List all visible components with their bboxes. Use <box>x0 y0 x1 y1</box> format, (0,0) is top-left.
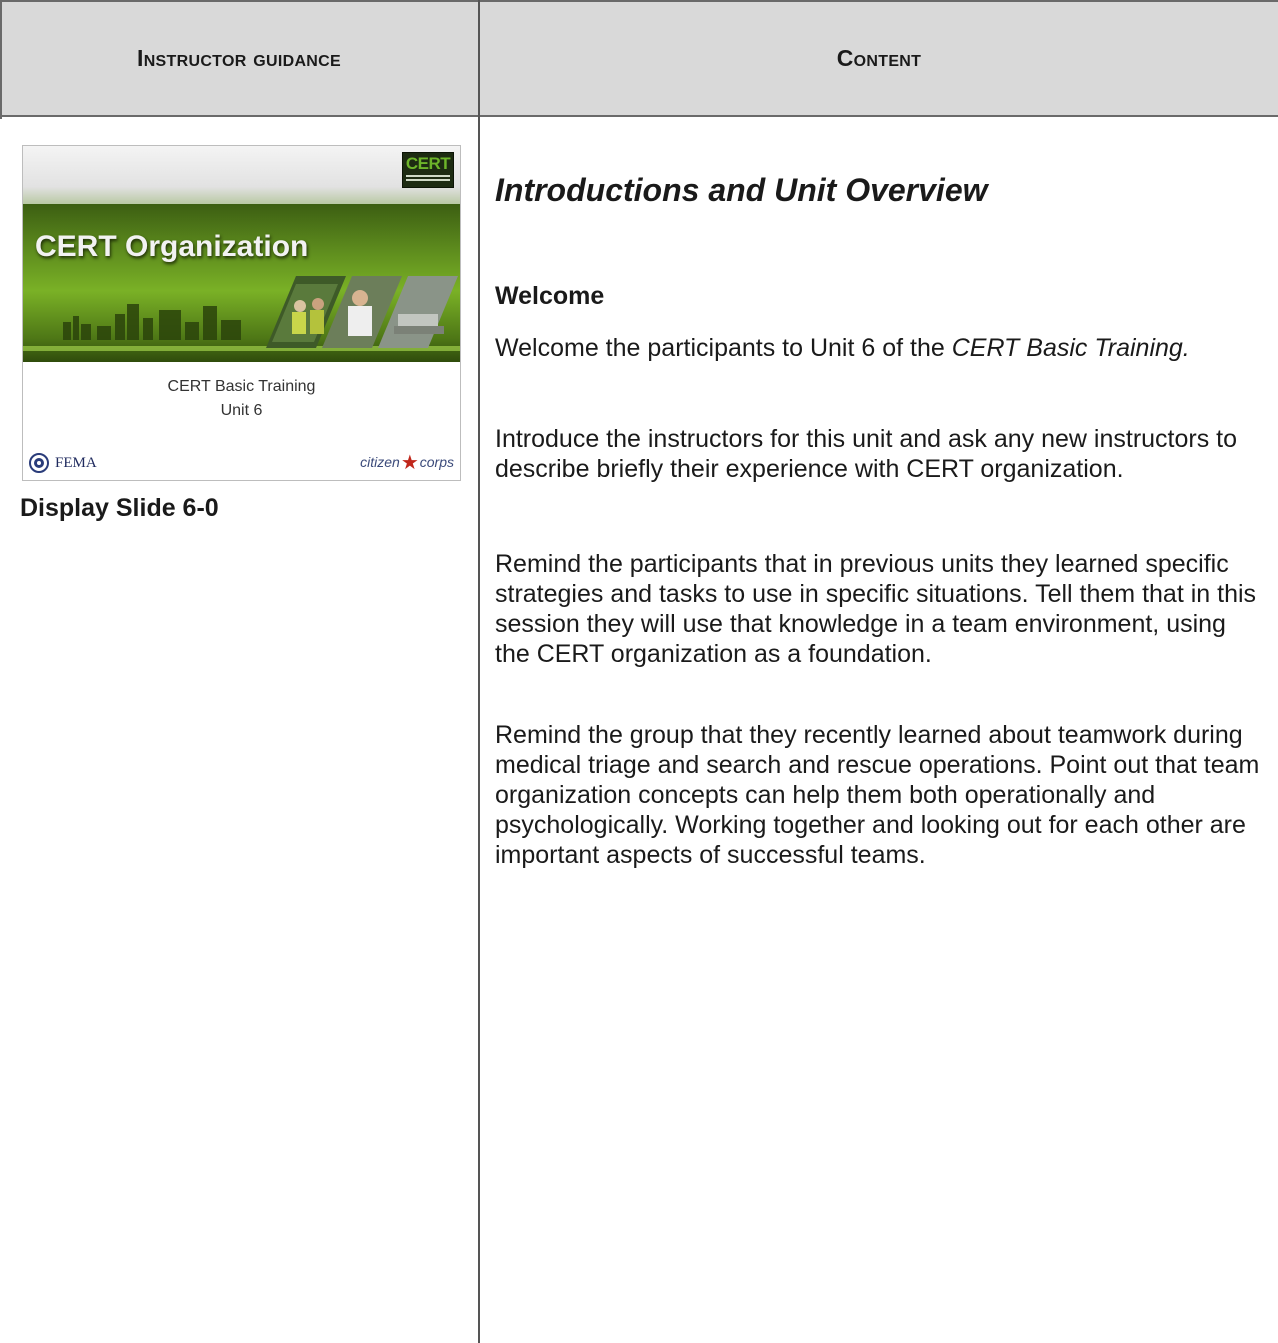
citizen-corps-left-text: citizen <box>360 454 400 470</box>
star-icon: ★ <box>400 452 419 474</box>
cert-logo-text: CERT <box>405 154 451 173</box>
cert-logo-subtext-lines <box>406 175 450 177</box>
cert-logo: CERT <box>402 152 454 188</box>
paragraph-introduce-instructors: Introduce the instructors for this unit … <box>495 425 1238 483</box>
paragraph-welcome: Welcome the participants to Unit 6 of th… <box>495 333 1265 363</box>
header-content: Content <box>836 45 922 71</box>
slide-subtitle-course: CERT Basic Training <box>167 378 316 395</box>
citizen-corps-logo: citizen ★ corps <box>360 452 454 474</box>
paragraph-welcome-text: Welcome the participants to Unit 6 of th… <box>495 334 952 362</box>
responders-photo-collage <box>266 276 458 348</box>
slide-title: CERT Organization <box>35 230 309 263</box>
paragraph-remind-participants: Remind the participants that in previous… <box>495 550 1257 668</box>
city-skyline-graphic <box>63 304 241 340</box>
slide-thumbnail: CERT CERT Organization CERT Basic Traini… <box>22 145 461 481</box>
welcome-heading: Welcome <box>495 282 605 310</box>
fema-label: FEMA <box>55 454 97 471</box>
paragraph-remind-group: Remind the group that they recently lear… <box>495 721 1260 869</box>
display-slide-label: Display Slide 6-0 <box>20 494 219 522</box>
header-instructor-guidance: Instructor guidance <box>137 45 341 71</box>
dhs-seal-icon <box>29 453 49 473</box>
paragraph-welcome-italic: CERT Basic Training. <box>951 334 1190 362</box>
slide-subtitle-unit: Unit 6 <box>220 402 263 419</box>
slide-top-bar <box>23 146 460 204</box>
citizen-corps-right-text: corps <box>419 454 454 470</box>
table-header-row: Instructor guidance Content <box>0 0 1278 119</box>
fema-logo: FEMA <box>29 453 97 473</box>
column-divider <box>478 0 480 1343</box>
section-title: Introductions and Unit Overview <box>495 172 988 208</box>
